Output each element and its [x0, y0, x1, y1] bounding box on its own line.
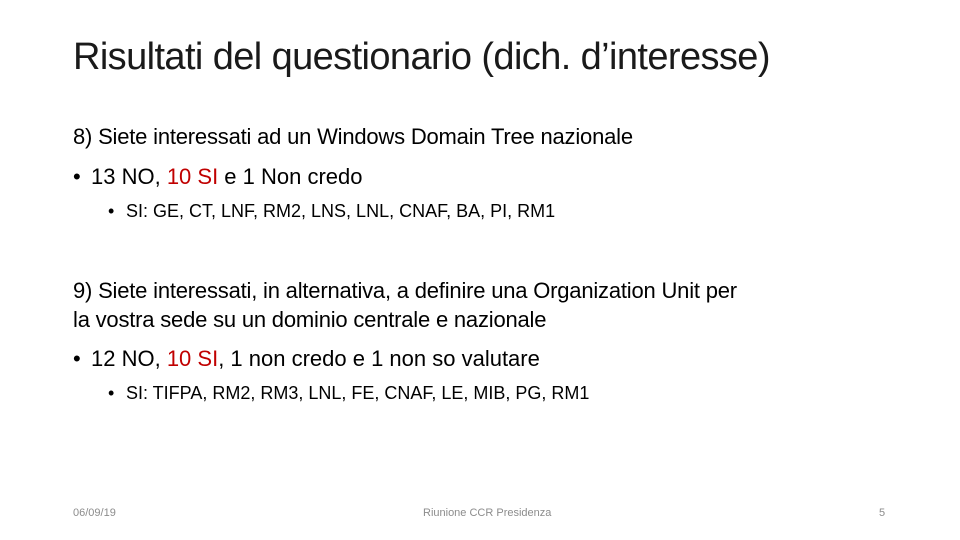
bullet: •	[108, 201, 115, 221]
bullet: •	[73, 346, 81, 371]
bullet: •	[73, 164, 81, 189]
slide-title: Risultati del questionario (dich. d’inte…	[73, 36, 770, 78]
question-9-line-2: la vostra sede su un dominio centrale e …	[73, 307, 547, 332]
footer-title: Riunione CCR Presidenza	[423, 507, 552, 519]
question-9-line-1: 9) Siete interessati, in alternativa, a …	[73, 278, 737, 303]
question-8: 8) Siete interessati ad un Windows Domai…	[73, 124, 633, 149]
answer-9-si-highlight: 10 SI	[166, 346, 219, 371]
answer-8-si-sites: SI: GE, CT, LNF, RM2, LNS, LNL, CNAF, BA…	[126, 201, 556, 221]
answer-8-rest: e 1 Non credo	[218, 164, 363, 189]
bullet: •	[108, 383, 115, 403]
slide-number: 5	[879, 507, 886, 519]
answer-8-si-highlight: 10 SI	[166, 164, 219, 189]
answer-9-rest: , 1 non credo e 1 non so valutare	[218, 346, 540, 371]
answer-9-si-list: • SI: TIFPA, RM2, RM3, LNL, FE, CNAF, LE,…	[108, 380, 589, 406]
answer-8: • 13 NO, 10 SI e 1 Non credo	[73, 162, 363, 192]
answer-9-no: 12 NO,	[91, 346, 167, 371]
answer-8-no: 13 NO,	[91, 164, 167, 189]
answer-8-si-list: • SI: GE, CT, LNF, RM2, LNS, LNL, CNAF, B…	[108, 198, 555, 224]
answer-9: • 12 NO, 10 SI, 1 non credo e 1 non so va…	[73, 344, 540, 374]
answer-9-si-sites: SI: TIFPA, RM2, RM3, LNL, FE, CNAF, LE, …	[126, 383, 590, 403]
footer-date: 06/09/19	[73, 507, 116, 519]
